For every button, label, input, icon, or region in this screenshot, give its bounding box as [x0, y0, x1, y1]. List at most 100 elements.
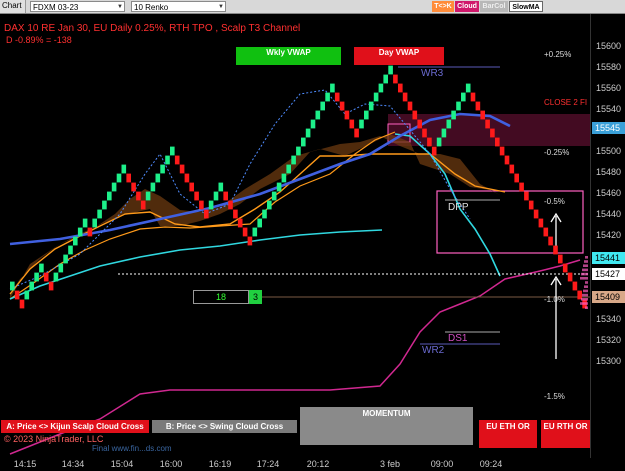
eu-rth-or-button[interactable]: EU RTH OR: [541, 420, 590, 448]
down-brick: [470, 92, 476, 102]
instrument-selector[interactable]: FDXM 03-23 ▼: [30, 1, 125, 12]
price-tick-label: 15300: [596, 356, 622, 366]
down-brick: [553, 245, 558, 255]
chevron-down-icon: ▼: [117, 4, 123, 10]
volume-profile-bar: [581, 298, 588, 301]
price-tick-label: 15600: [596, 41, 622, 51]
up-brick: [364, 110, 369, 120]
down-brick: [233, 209, 238, 219]
down-brick: [136, 191, 141, 201]
up-brick: [291, 155, 296, 165]
up-brick: [107, 191, 112, 201]
time-tick-label: 16:00: [159, 459, 183, 469]
close2-label: CLOSE 2 FI: [544, 98, 588, 107]
price-tick-label: 15340: [596, 314, 622, 324]
time-tick-label: 09:00: [430, 459, 454, 469]
cloud-toggle-button[interactable]: Cloud: [455, 1, 479, 12]
up-brick: [378, 83, 384, 93]
up-brick: [388, 65, 393, 75]
up-brick: [145, 191, 151, 201]
up-brick: [451, 110, 456, 120]
up-brick: [155, 173, 161, 183]
eu-eth-or-button[interactable]: EU ETH OR: [479, 420, 537, 448]
volume-profile-bar: [583, 264, 588, 267]
plus025-label: +0.25%: [544, 50, 572, 59]
up-brick: [116, 173, 122, 183]
price-kijun-cross-button[interactable]: A: Price <> Kijun Scalp Cloud Cross: [1, 420, 149, 433]
up-brick: [73, 236, 78, 246]
up-brick: [150, 182, 156, 192]
chart-title: DAX 10 RE Jan 30, EU Daily 0.25%, RTH TP…: [4, 23, 301, 34]
down-brick: [528, 200, 534, 210]
up-brick: [39, 263, 44, 273]
barcol-toggle-button[interactable]: BarCol: [480, 1, 508, 12]
price-tick-label: 15540: [596, 104, 622, 114]
down-brick: [543, 227, 549, 237]
watermark-text: Final www.fin...ds.com: [92, 444, 172, 453]
up-brick: [359, 119, 364, 129]
up-brick: [465, 83, 471, 93]
up-brick: [63, 254, 68, 264]
wr2-label: WR2: [422, 345, 445, 356]
up-brick: [281, 173, 287, 183]
counter-box: 18: [193, 290, 249, 304]
down-brick: [247, 236, 253, 246]
up-brick: [111, 182, 117, 192]
volume-profile-bar: [584, 285, 588, 288]
up-brick: [325, 92, 330, 102]
down-brick: [174, 155, 180, 165]
down-brick: [87, 227, 93, 237]
up-brick: [320, 101, 325, 111]
chart-tab[interactable]: Chart: [0, 0, 26, 13]
up-brick: [213, 191, 219, 201]
price-tick-label: 15560: [596, 83, 622, 93]
day-vwap-label: Day VWAP: [354, 47, 444, 65]
down-brick: [189, 182, 194, 192]
down-brick: [194, 191, 199, 201]
up-brick: [97, 209, 102, 219]
down-brick: [509, 164, 515, 174]
price-tick-label: 15420: [596, 230, 622, 240]
up-brick: [102, 200, 107, 210]
up-brick: [262, 209, 267, 219]
up-brick: [301, 137, 306, 147]
down-brick: [339, 101, 345, 111]
volume-profile-bar: [580, 277, 588, 280]
volume-profile-bar: [584, 260, 588, 263]
up-brick: [441, 128, 447, 138]
down-brick: [422, 128, 427, 138]
chart-plot-area[interactable]: Wkly VWAP Day VWAP DAX 10 RE Jan 30, EU …: [0, 14, 590, 458]
price-tick-label: 15500: [596, 146, 622, 156]
momentum-panel[interactable]: MOMENTUM: [300, 407, 473, 445]
wr3-label: WR3: [421, 68, 444, 79]
up-brick: [24, 290, 30, 300]
minus1-label: -1.0%: [544, 295, 565, 304]
price-swing-cross-button[interactable]: B: Price <> Swing Cloud Cross: [152, 420, 297, 433]
slowma-toggle-button[interactable]: SlowMA: [509, 1, 543, 12]
volume-profile-bar: [585, 306, 588, 309]
instrument-label: FDXM 03-23: [33, 3, 79, 12]
down-brick: [179, 164, 185, 174]
up-brick: [92, 218, 97, 228]
time-axis[interactable]: 14:15 14:34 15:04 16:00 16:19 17:24 20:12 3 feb…: [0, 458, 590, 471]
up-brick: [373, 92, 379, 102]
price-tag: 15409: [592, 291, 625, 303]
price-tick-label: 15460: [596, 188, 622, 198]
price-axis[interactable]: 1560015580155601554015520155001548015460…: [590, 14, 625, 458]
tk-toggle-button[interactable]: T<>K: [432, 1, 454, 12]
volume-profile-bar: [580, 302, 588, 305]
down-brick: [431, 146, 437, 156]
chart-toolbar: Chart FDXM 03-23 ▼ 10 Renko ▼ T<>K Cloud…: [0, 0, 625, 14]
time-tick-label: 17:24: [256, 459, 280, 469]
bar-type-selector[interactable]: 10 Renko ▼: [131, 1, 226, 12]
up-brick: [271, 191, 277, 201]
up-brick: [68, 245, 73, 255]
up-brick: [218, 182, 224, 192]
time-tick-label: 14:15: [13, 459, 37, 469]
price-tag: 15441: [592, 252, 625, 264]
down-brick: [562, 263, 568, 273]
down-brick: [490, 128, 495, 138]
down-brick: [412, 110, 418, 120]
down-brick: [495, 137, 500, 147]
down-brick: [334, 92, 340, 102]
